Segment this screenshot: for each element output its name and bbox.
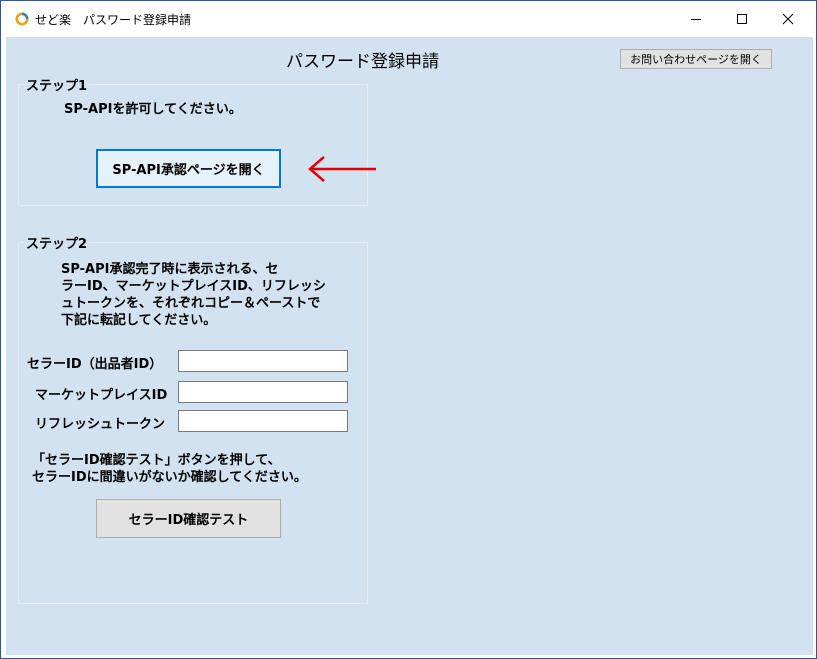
arrow-left-icon bbox=[308, 156, 376, 182]
seraku-ring-icon bbox=[15, 12, 29, 26]
client-area: パスワード登録申請 お問い合わせページを開く ステップ1 SP-APIを許可して… bbox=[6, 37, 813, 655]
close-icon bbox=[782, 13, 794, 25]
title-bar[interactable]: せど楽 パスワード登録申請 bbox=[2, 2, 815, 36]
maximize-button[interactable] bbox=[719, 2, 765, 36]
refresh-token-label: リフレッシュトークン bbox=[35, 417, 166, 432]
minimize-icon bbox=[691, 19, 701, 20]
maximize-icon bbox=[737, 14, 747, 24]
seller-id-input[interactable] bbox=[178, 350, 348, 372]
close-button[interactable] bbox=[765, 2, 811, 36]
seller-id-test-button[interactable]: セラーID確認テスト bbox=[96, 499, 281, 538]
step2-instruction: SP-API承認完了時に表示される、セ ラーID、マーケットプレイスID、リフレ… bbox=[61, 262, 326, 328]
refresh-token-input[interactable] bbox=[178, 410, 348, 432]
window-title: せど楽 パスワード登録申請 bbox=[35, 13, 192, 27]
app-window: せど楽 パスワード登録申請 パスワード登録申請 お問い合わせページを開く ステッ… bbox=[0, 0, 817, 659]
seller-id-label: セラーID（出品者ID） bbox=[27, 357, 163, 372]
open-sp-api-approval-button[interactable]: SP-API承認ページを開く bbox=[96, 149, 281, 188]
step1-instruction: SP-APIを許可してください。 bbox=[64, 102, 242, 117]
open-contact-page-button[interactable]: お問い合わせページを開く bbox=[620, 49, 772, 69]
step2-label: ステップ2 bbox=[26, 233, 90, 252]
test-note: 「セラーID確認テスト」ボタンを押して、 セラーIDに間違いがないか確認してくだ… bbox=[32, 453, 307, 485]
page-title: パスワード登録申請 bbox=[286, 52, 439, 72]
minimize-button[interactable] bbox=[673, 2, 719, 36]
marketplace-id-label: マーケットプレイスID bbox=[35, 388, 168, 403]
step1-label: ステップ1 bbox=[26, 75, 90, 94]
marketplace-id-input[interactable] bbox=[178, 381, 348, 403]
